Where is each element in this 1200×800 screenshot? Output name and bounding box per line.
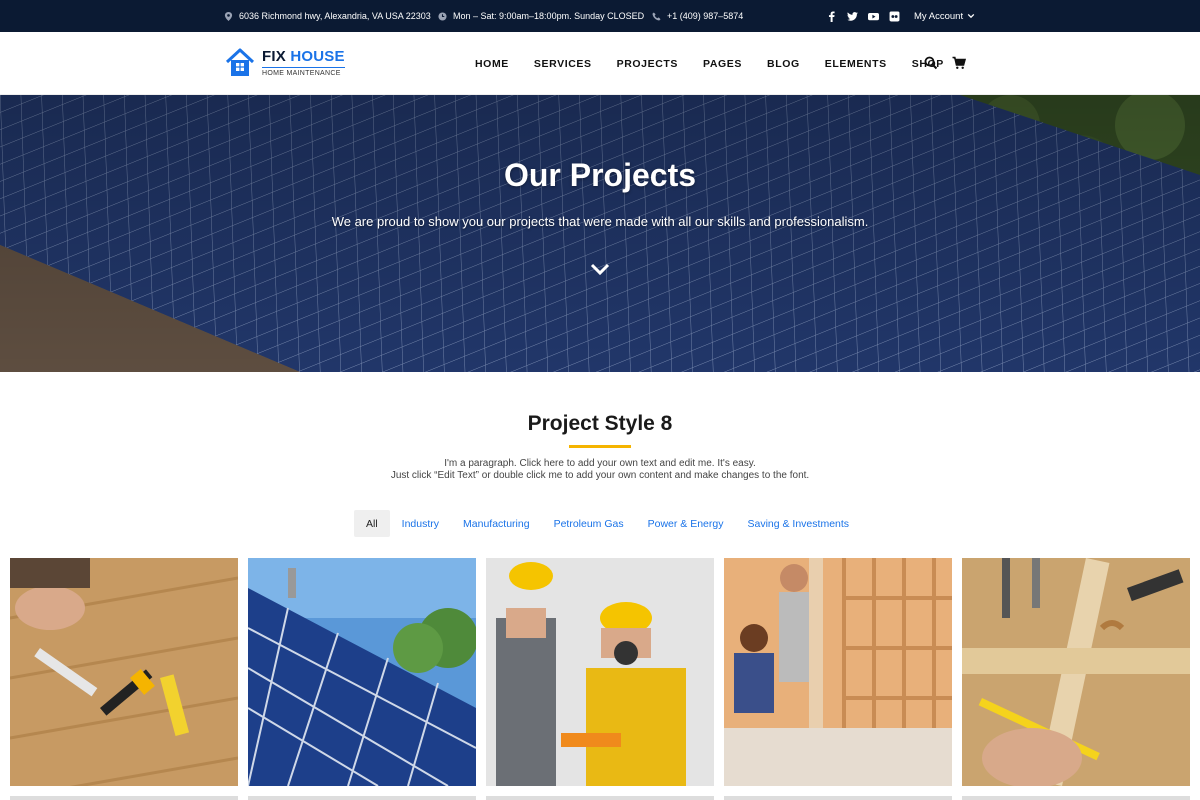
section-paragraph-line2: Just click “Edit Text” or double click m…: [390, 470, 810, 481]
project-tile-row2-3[interactable]: [486, 796, 714, 800]
project-tile-interior[interactable]: [724, 558, 952, 786]
flooring-image: [10, 558, 238, 786]
phone-icon: [652, 11, 661, 21]
nav-pages[interactable]: PAGES: [703, 58, 742, 70]
solar-roof-image: [248, 558, 476, 786]
project-tile-row2-2[interactable]: [248, 796, 476, 800]
interior-construction-image: [724, 558, 952, 786]
hero-banner: Our Projects We are proud to show you ou…: [0, 95, 1200, 372]
house-logo-icon: [225, 48, 255, 76]
section-underline: [569, 445, 631, 448]
scroll-down-chevron-icon[interactable]: [589, 261, 611, 277]
nav-projects[interactable]: PROJECTS: [617, 58, 678, 70]
phone-text: +1 (409) 987–5874: [667, 11, 744, 21]
filter-saving-investments[interactable]: Saving & Investments: [735, 510, 861, 537]
project-tile-flooring[interactable]: [10, 558, 238, 786]
my-account-dropdown[interactable]: My Account: [914, 0, 975, 32]
main-nav: HOME SERVICES PROJECTS PAGES BLOG ELEMEN…: [475, 32, 969, 95]
top-bar: 6036 Richmond hwy, Alexandria, VA USA 22…: [0, 0, 1200, 32]
project-tile-workers[interactable]: [486, 558, 714, 786]
address-text: 6036 Richmond hwy, Alexandria, VA USA 22…: [239, 11, 431, 21]
section-title: Project Style 8: [527, 412, 673, 435]
cart-icon[interactable]: [952, 56, 966, 70]
phone-item[interactable]: +1 (409) 987–5874: [652, 0, 743, 32]
project-tile-row2-4[interactable]: [724, 796, 952, 800]
hero-title: Our Projects: [503, 157, 697, 193]
project-tile-row2-5[interactable]: [962, 796, 1190, 800]
nav-elements[interactable]: ELEMENTS: [825, 58, 887, 70]
nav-blog[interactable]: BLOG: [767, 58, 800, 70]
address-item: 6036 Richmond hwy, Alexandria, VA USA 22…: [224, 0, 431, 32]
nav-services[interactable]: SERVICES: [534, 58, 592, 70]
youtube-icon[interactable]: [868, 11, 879, 22]
hero-subtitle: We are proud to show you our projects th…: [331, 214, 869, 229]
twitter-icon[interactable]: [847, 11, 858, 22]
nav-home[interactable]: HOME: [475, 58, 509, 70]
filter-manufacturing[interactable]: Manufacturing: [451, 510, 542, 537]
section-paragraph-line1: I'm a paragraph. Click here to add your …: [444, 458, 756, 469]
flickr-icon[interactable]: [889, 11, 900, 22]
filter-all[interactable]: All: [354, 510, 390, 537]
carpentry-tools-image: [962, 558, 1190, 786]
hours-item: Mon – Sat: 9:00am–18:00pm. Sunday CLOSED: [438, 0, 644, 32]
site-logo[interactable]: FIX HOUSE HOME MAINTENANCE: [224, 47, 345, 79]
hours-text: Mon – Sat: 9:00am–18:00pm. Sunday CLOSED: [453, 11, 645, 21]
section-paragraph: I'm a paragraph. Click here to add your …: [0, 458, 1200, 482]
chevron-down-icon: [967, 13, 975, 19]
main-header: FIX HOUSE HOME MAINTENANCE HOME SERVICES…: [0, 32, 1200, 95]
project-tile-solar[interactable]: [248, 558, 476, 786]
solar-panels-background: [0, 95, 1200, 372]
map-pin-icon: [224, 11, 233, 21]
my-account-label: My Account: [914, 10, 964, 22]
logo-word-fix: FIX: [262, 48, 286, 65]
facebook-icon[interactable]: [826, 10, 837, 22]
logo-subtitle: HOME MAINTENANCE: [262, 67, 345, 77]
search-icon[interactable]: [924, 56, 938, 70]
filter-petroleum-gas[interactable]: Petroleum Gas: [542, 510, 636, 537]
clock-icon: [438, 11, 447, 21]
filter-industry[interactable]: Industry: [390, 510, 451, 537]
social-links: [826, 0, 900, 32]
project-tile-carpentry[interactable]: [962, 558, 1190, 786]
project-tile-row2-1[interactable]: [10, 796, 238, 800]
filter-power-energy[interactable]: Power & Energy: [636, 510, 736, 537]
project-filters: All Industry Manufacturing Petroleum Gas…: [354, 510, 861, 537]
logo-word-house: HOUSE: [290, 48, 345, 65]
painters-image: [486, 558, 714, 786]
